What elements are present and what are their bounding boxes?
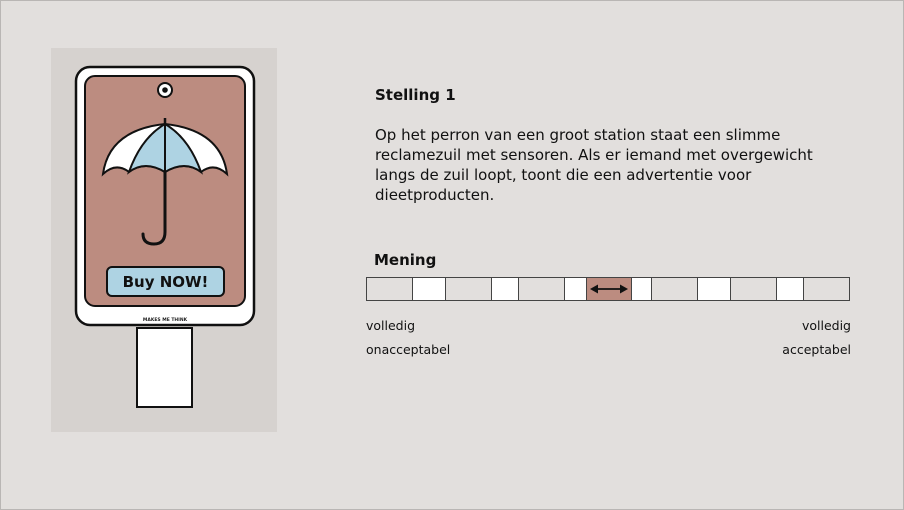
scale-left-label-line2: onacceptabel [366,342,451,357]
scale-gap [565,278,586,300]
billboard-tagline: MAKES ME THINK [143,317,188,323]
scale-option-1[interactable] [367,278,413,300]
scale-option-6[interactable] [730,278,777,300]
buy-now-label: Buy NOW! [123,273,209,291]
billboard-post [136,327,193,408]
statement-line: reclamezuil met sensoren. Als er iemand … [375,146,813,164]
opinion-title: Mening [374,251,437,269]
scale-option-5[interactable] [651,278,698,300]
scale-gap [632,278,651,300]
scale-gap [492,278,518,300]
scale-option-2[interactable] [445,278,492,300]
scale-option-4-selected[interactable] [586,278,632,300]
scale-gap [777,278,803,300]
scale-left-label-line1: volledig [366,318,416,333]
statement-line: langs de zuil loopt, toont die een adver… [375,166,752,184]
double-arrow-icon[interactable] [590,283,628,295]
scale-option-7[interactable] [803,278,849,300]
advertisement-image: Buy NOW! MAKES ME THINK [51,48,277,432]
scale-gap [698,278,730,300]
ring-icon [157,82,173,98]
statement-text: Op het perron van een groot station staa… [375,125,835,205]
scale-left-label: volledig onacceptabel [366,314,450,362]
statement-title: Stelling 1 [375,86,456,104]
scale-right-label-line1: volledig [801,318,851,333]
scale-right-label: volledig acceptabel [782,314,851,362]
statement-line: Op het perron van een groot station staa… [375,126,781,144]
scale-option-3[interactable] [518,278,565,300]
statement-line: dieetproducten. [375,186,495,204]
opinion-scale[interactable] [366,277,850,301]
scale-right-label-line2: acceptabel [782,342,851,357]
scale-gap [413,278,445,300]
billboard-illustration: Buy NOW! MAKES ME THINK [74,65,256,408]
